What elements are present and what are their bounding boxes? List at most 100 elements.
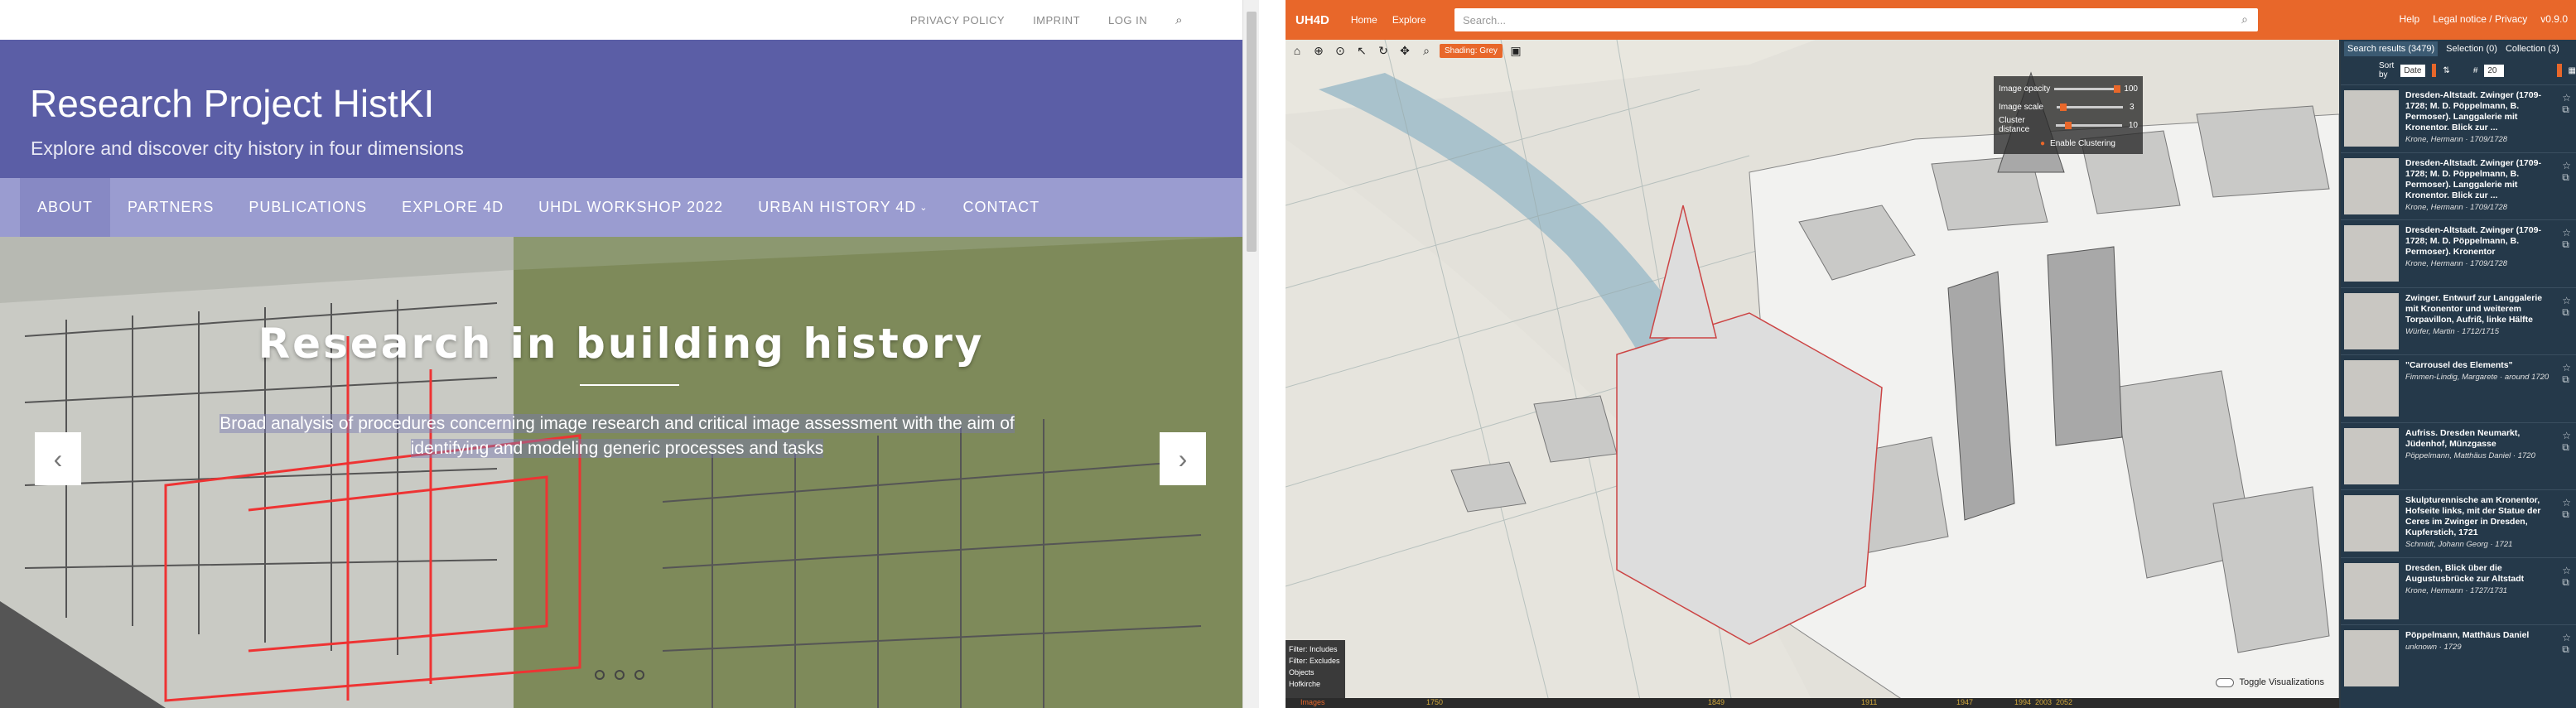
tab-selection[interactable]: Selection (0) — [2446, 44, 2497, 54]
result-item[interactable]: "Carrousel des Elements" Fimmen-Lindig, M… — [2341, 354, 2576, 422]
collection-icon[interactable]: ⧉ — [2562, 441, 2569, 453]
search-input[interactable]: Search... ⌕ — [1454, 8, 2258, 31]
grid-view-icon[interactable]: ▦ — [2569, 66, 2576, 75]
result-item[interactable]: Zwinger. Entwurf zur Langgalerie mit Kro… — [2341, 287, 2576, 355]
result-thumbnail[interactable] — [2344, 630, 2399, 686]
3d-city-scene[interactable] — [1286, 40, 2339, 708]
star-icon[interactable]: ☆ — [2562, 632, 2571, 643]
slider-dot[interactable] — [595, 670, 605, 680]
result-thumbnail[interactable] — [2344, 157, 2399, 214]
clustering-toggle-icon[interactable]: ● — [2040, 139, 2045, 148]
result-title[interactable]: Dresden-Altstadt. Zwinger (1709-1728; M.… — [2405, 225, 2554, 258]
filter-excludes[interactable]: Filter: Excludes — [1289, 655, 1342, 667]
result-thumbnail[interactable] — [2344, 90, 2399, 147]
collection-icon[interactable]: ⧉ — [2562, 171, 2569, 183]
star-icon[interactable]: ☆ — [2562, 497, 2571, 508]
collection-icon[interactable]: ⧉ — [2562, 104, 2569, 115]
collection-icon[interactable]: ⧉ — [2562, 306, 2569, 318]
result-thumbnail[interactable] — [2344, 292, 2399, 349]
search-icon[interactable]: ⌕ — [2241, 12, 2248, 26]
filter-objects[interactable]: Objects — [1289, 667, 1342, 678]
count-select[interactable]: 20 — [2484, 64, 2504, 77]
result-thumbnail[interactable] — [2344, 562, 2399, 619]
privacy-policy-link[interactable]: PRIVACY POLICY — [910, 14, 1005, 26]
sort-desc-icon[interactable]: ⇅ — [2443, 66, 2449, 75]
result-title[interactable]: Dresden, Blick über die Augustusbrücke z… — [2405, 563, 2554, 585]
pan-icon[interactable]: ✥ — [1397, 42, 1413, 59]
result-item[interactable]: Dresden-Altstadt. Zwinger (1709-1728; M.… — [2341, 84, 2576, 152]
nav-uhdl-workshop[interactable]: UHDL WORKSHOP 2022 — [521, 178, 740, 237]
collection-icon[interactable]: ⧉ — [2562, 576, 2569, 588]
result-item[interactable]: Aufriss. Dresden Neumarkt, Jüdenhof, Mün… — [2341, 421, 2576, 490]
list-view-icon[interactable] — [2556, 64, 2562, 77]
result-item[interactable]: Dresden, Blick über die Augustusbrücke z… — [2341, 556, 2576, 625]
result-title[interactable]: Dresden-Altstadt. Zwinger (1709-1728; M.… — [2405, 90, 2554, 133]
slider-prev-button[interactable]: ‹ — [35, 432, 81, 485]
toggle-switch[interactable] — [2216, 677, 2235, 687]
zoom-all-icon[interactable]: ⊕ — [1310, 42, 1327, 59]
help-link[interactable]: Help — [2400, 13, 2420, 25]
result-item[interactable]: Pöppelmann, Matthäus Daniel unknown · 172… — [2341, 624, 2576, 692]
star-icon[interactable]: ☆ — [2562, 362, 2571, 373]
menu-explore[interactable]: Explore — [1392, 14, 1426, 26]
page-scrollbar[interactable] — [1242, 0, 1259, 708]
filter-includes[interactable]: Filter: Includes — [1289, 643, 1342, 655]
image-opacity-slider[interactable] — [2053, 84, 2120, 93]
slider-next-button[interactable]: › — [1160, 432, 1206, 485]
slider-handle[interactable] — [2059, 103, 2067, 111]
toggle-visualizations[interactable]: Toggle Visualizations — [2216, 677, 2324, 687]
rotate-icon[interactable]: ↻ — [1375, 42, 1392, 59]
result-item[interactable]: Dresden-Altstadt. Zwinger (1709-1728; M.… — [2341, 152, 2576, 220]
nav-contact[interactable]: CONTACT — [945, 178, 1057, 237]
zoom-selection-icon[interactable]: ⊙ — [1332, 42, 1348, 59]
collection-icon[interactable]: ⧉ — [2562, 238, 2569, 250]
search-icon[interactable]: ⌕ — [1175, 13, 1183, 27]
filter-object-item[interactable]: Hofkirche — [1289, 678, 1342, 690]
slider-handle[interactable] — [2065, 121, 2072, 129]
star-icon[interactable]: ☆ — [2562, 92, 2571, 104]
imprint-link[interactable]: IMPRINT — [1033, 14, 1080, 26]
3d-viewport[interactable]: ⌂ ⊕ ⊙ ↖ ↻ ✥ ⌕ Shading: Grey ▣ Image opac… — [1286, 40, 2339, 708]
collection-icon[interactable]: ⧉ — [2562, 373, 2569, 385]
slider-dot[interactable] — [634, 670, 644, 680]
select-cursor-icon[interactable]: ↖ — [1353, 42, 1370, 59]
nav-about[interactable]: ABOUT — [20, 178, 111, 237]
result-title[interactable]: Dresden-Altstadt. Zwinger (1709-1728; M.… — [2405, 158, 2554, 201]
result-title[interactable]: Pöppelmann, Matthäus Daniel — [2405, 630, 2554, 641]
collection-icon[interactable]: ⧉ — [2562, 643, 2569, 655]
result-thumbnail[interactable] — [2344, 427, 2399, 484]
result-title[interactable]: Aufriss. Dresden Neumarkt, Jüdenhof, Mün… — [2405, 428, 2554, 450]
nav-publications[interactable]: PUBLICATIONS — [231, 178, 384, 237]
result-thumbnail[interactable] — [2344, 360, 2399, 417]
app-logo[interactable]: UH4D — [1295, 13, 1329, 27]
nav-urban-history-4d[interactable]: URBAN HISTORY 4D ⌄ — [740, 178, 945, 237]
sort-select[interactable]: Date — [2400, 64, 2425, 77]
slider-dot[interactable] — [615, 670, 625, 680]
result-title[interactable]: "Carrousel des Elements" — [2405, 360, 2554, 371]
magnify-icon[interactable]: ⌕ — [1418, 42, 1435, 59]
login-link[interactable]: LOG IN — [1108, 14, 1147, 26]
screenshot-icon[interactable]: ▣ — [1507, 42, 1524, 59]
tab-collection[interactable]: Collection (3) — [2506, 44, 2559, 54]
result-item[interactable]: Skulpturennische am Kronentor, Hofseite … — [2341, 489, 2576, 557]
legal-link[interactable]: Legal notice / Privacy — [2433, 13, 2527, 25]
menu-home[interactable]: Home — [1351, 14, 1377, 26]
tab-search-results[interactable]: Search results (3479) — [2344, 41, 2439, 56]
result-title[interactable]: Zwinger. Entwurf zur Langgalerie mit Kro… — [2405, 293, 2554, 325]
timeline-bar[interactable]: Images 1750 1849 1911 1947 1994 2003 205… — [1286, 698, 2339, 708]
nav-explore-4d[interactable]: EXPLORE 4D — [384, 178, 521, 237]
result-thumbnail[interactable] — [2344, 495, 2399, 551]
star-icon[interactable]: ☆ — [2562, 295, 2571, 306]
image-scale-slider[interactable] — [2057, 103, 2123, 111]
result-thumbnail[interactable] — [2344, 225, 2399, 282]
star-icon[interactable]: ☆ — [2562, 430, 2571, 441]
star-icon[interactable]: ☆ — [2562, 160, 2571, 171]
slider-handle[interactable] — [2113, 84, 2120, 93]
result-title[interactable]: Skulpturennische am Kronentor, Hofseite … — [2405, 495, 2554, 538]
collection-icon[interactable]: ⧉ — [2562, 508, 2569, 520]
star-icon[interactable]: ☆ — [2562, 565, 2571, 576]
result-item[interactable]: Dresden-Altstadt. Zwinger (1709-1728; M.… — [2341, 219, 2576, 287]
sort-asc-icon[interactable] — [2431, 64, 2437, 77]
scrollbar-thumb[interactable] — [1247, 12, 1257, 252]
cluster-distance-slider[interactable] — [2056, 121, 2122, 129]
